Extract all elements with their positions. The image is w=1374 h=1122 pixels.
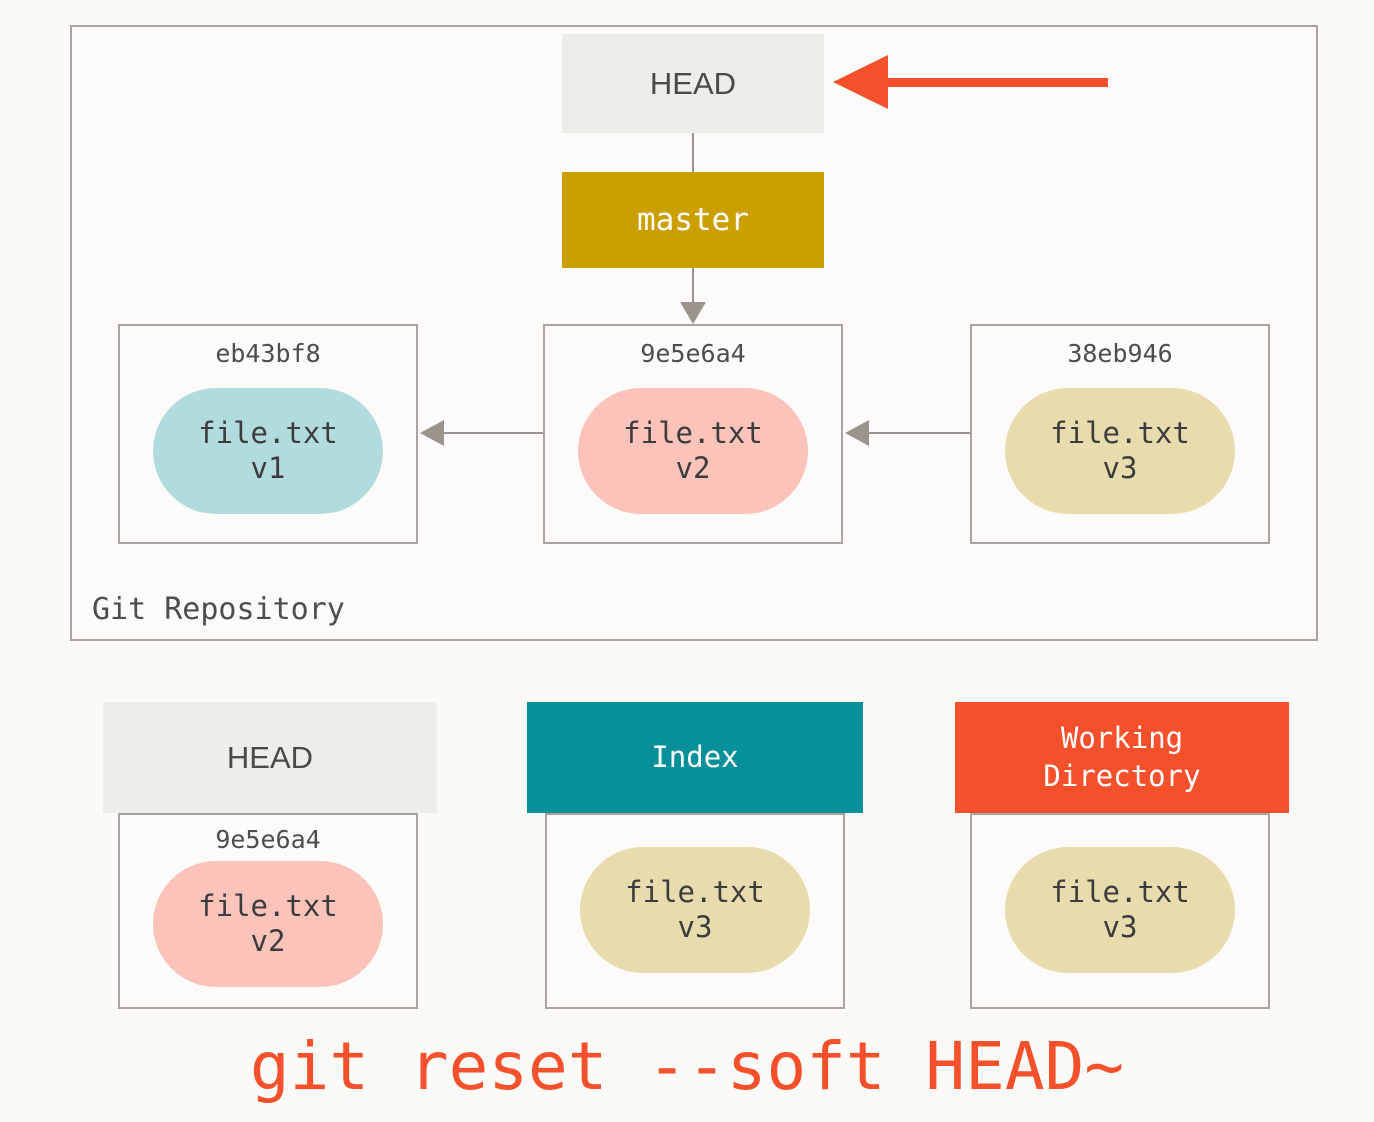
commit-hash: 9e5e6a4 — [640, 339, 746, 368]
file-name: file.txt — [623, 415, 763, 450]
file-name: file.txt — [1050, 415, 1190, 450]
area-body-head: 9e5e6a4 file.txt v2 — [118, 813, 418, 1009]
area-title: Index — [651, 739, 739, 774]
commit-file-blob: file.txt v1 — [153, 388, 383, 514]
connector-head-to-master — [692, 133, 694, 172]
commit-hash: 38eb946 — [1067, 339, 1173, 368]
parent-link-arrowhead-icon — [845, 420, 869, 446]
parent-link-commit2-to-commit1 — [443, 432, 543, 434]
file-version: v3 — [1102, 910, 1138, 944]
file-version: v2 — [250, 924, 286, 958]
parent-link-commit3-to-commit2 — [868, 432, 970, 434]
file-version: v1 — [250, 451, 286, 485]
commit-node-38eb946: 38eb946 file.txt v3 — [970, 324, 1270, 544]
red-arrow-shaft — [886, 78, 1108, 87]
command-caption: git reset --soft HEAD~ — [249, 1028, 1125, 1105]
file-version: v3 — [1102, 451, 1138, 485]
file-version: v3 — [677, 910, 713, 944]
area-file-blob: file.txt v2 — [153, 861, 383, 987]
commit-file-blob: file.txt v2 — [578, 388, 808, 514]
area-title: HEAD — [226, 739, 314, 775]
branch-master-label: master — [637, 202, 749, 238]
git-repository-label: Git Repository — [92, 592, 345, 627]
area-title-line2: Directory — [1043, 758, 1201, 793]
area-body-working-directory: file.txt v3 — [970, 813, 1270, 1009]
commit-file-blob: file.txt v3 — [1005, 388, 1235, 514]
commit-hash: eb43bf8 — [215, 339, 321, 368]
head-pointer-label: HEAD — [649, 65, 737, 101]
file-name: file.txt — [1050, 874, 1190, 909]
file-version: v2 — [675, 451, 711, 485]
branch-master-box: master — [562, 172, 824, 268]
file-name: file.txt — [198, 888, 338, 923]
file-name: file.txt — [625, 874, 765, 909]
commit-node-eb43bf8: eb43bf8 file.txt v1 — [118, 324, 418, 544]
area-body-index: file.txt v3 — [545, 813, 845, 1009]
parent-link-arrowhead-icon — [420, 420, 444, 446]
head-pointer-box: HEAD — [562, 34, 824, 133]
diagram-canvas: HEAD master eb43bf8 file.txt v1 9e5e6a4 … — [0, 0, 1374, 1122]
file-name: file.txt — [198, 415, 338, 450]
commit-node-9e5e6a4: 9e5e6a4 file.txt v2 — [543, 324, 843, 544]
area-header-head: HEAD — [103, 702, 437, 813]
area-title-line1: Working — [1060, 721, 1184, 756]
area-file-blob: file.txt v3 — [580, 847, 810, 973]
area-hash: 9e5e6a4 — [215, 825, 321, 854]
red-arrow-head-icon — [833, 55, 888, 109]
area-header-working-directory: Working Directory — [955, 702, 1289, 813]
connector-master-to-commit — [692, 268, 694, 304]
area-header-index: Index — [527, 702, 863, 813]
connector-master-arrowhead-icon — [680, 302, 706, 324]
area-file-blob: file.txt v3 — [1005, 847, 1235, 973]
